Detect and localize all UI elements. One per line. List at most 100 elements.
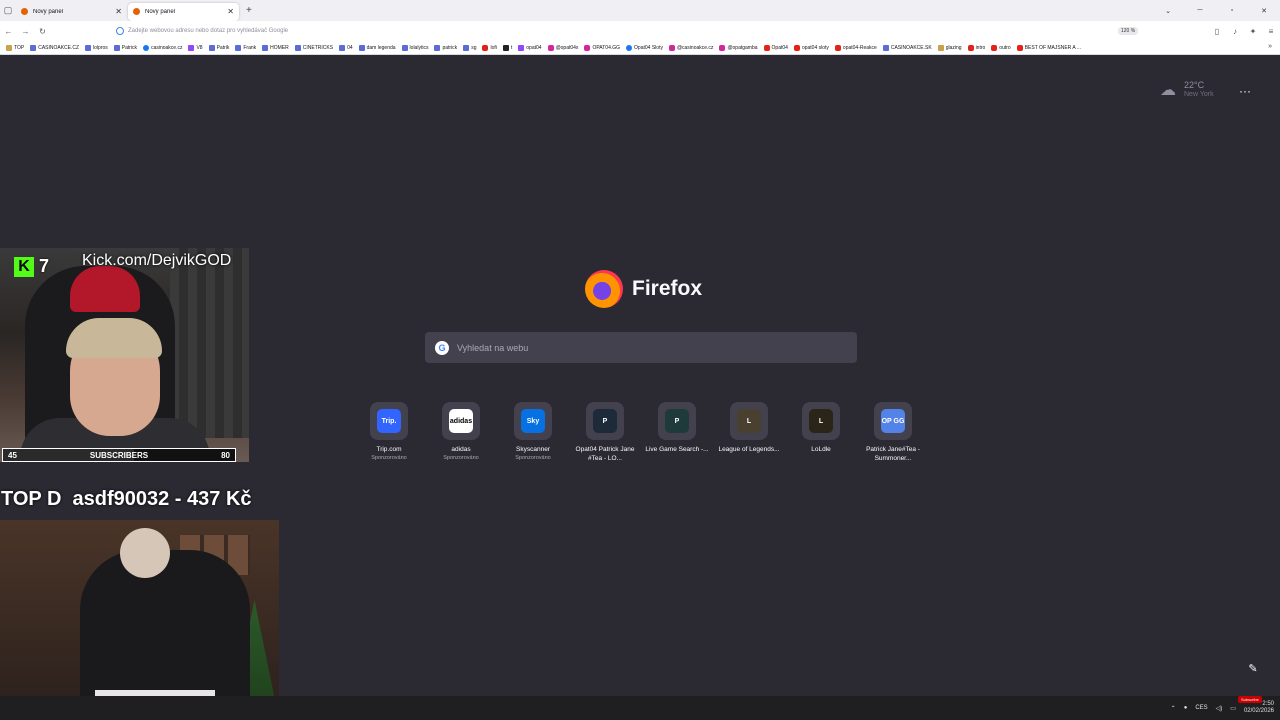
top-site-tile[interactable]: OP GG Patrick Jane#Tea - Summoner... (857, 402, 929, 463)
bookmark-item[interactable]: CINETRICKS (294, 44, 333, 51)
bookmark-item[interactable]: t (502, 44, 512, 51)
top-site-tile[interactable]: Sky Skyscanner Sponzorováno (497, 402, 569, 463)
twitch-icon (518, 44, 525, 51)
bookmark-item[interactable]: Opat04 Sloty (626, 44, 663, 51)
search-input[interactable]: G Vyhledat na webu (425, 332, 857, 363)
bookmark-item[interactable]: opat04 (518, 44, 542, 51)
bookmark-item[interactable]: casinoakce.cz (143, 44, 182, 51)
bookmark-label: opat04-Reakce (842, 44, 877, 51)
reload-icon[interactable]: ↻ (34, 27, 51, 36)
bookmark-item[interactable]: CASINOAKCE.CZ (30, 44, 79, 51)
tab-active[interactable]: Nový panel ✕ (128, 2, 239, 21)
top-site-tile[interactable]: adidas adidas Sponzorováno (425, 402, 497, 463)
site-icon (30, 44, 37, 51)
extension-icon[interactable]: ✦ (1244, 27, 1262, 36)
bookmark-item[interactable]: sg (463, 44, 476, 51)
tab-list-icon[interactable]: ▢ (0, 0, 16, 21)
logo-wordmark: Firefox (632, 277, 703, 300)
bookmark-item[interactable]: opat04-Reakce (834, 44, 877, 51)
tab-title: Nový panel (33, 8, 64, 15)
site-icon (262, 44, 269, 51)
site-icon (339, 44, 346, 51)
clock-date: 02/02/2026 (1243, 708, 1274, 714)
new-tab-button[interactable]: + (246, 5, 252, 16)
bookmark-item[interactable]: BEST OF MAJSNER A ... (1016, 44, 1081, 51)
bookmark-item[interactable]: 04 (339, 44, 353, 51)
bookmark-label: dam legenda (366, 44, 396, 51)
bookmark-item[interactable]: lolalytics (401, 44, 428, 51)
weather-widget[interactable]: ☁ 22°C New York (1160, 80, 1214, 102)
facebook-icon (143, 44, 150, 51)
more-options-icon[interactable]: ··· (1239, 84, 1251, 98)
top-sites: Trip. Trip.com Sponzorováno adidas adidas Spo… (353, 402, 929, 463)
close-icon[interactable]: ✕ (227, 7, 234, 16)
subs-label: SUBSCRIBERS (89, 450, 149, 460)
chevron-up-icon[interactable]: ⌃ (1171, 705, 1176, 712)
kick-logo-icon: K (14, 257, 34, 277)
tab-strip: ▢ Nový panel ✕ Nový panel ✕ + ⌄ ─ ▫ ✕ (0, 0, 1280, 21)
search-placeholder: Vyhledat na webu (457, 342, 529, 353)
top-site-tile[interactable]: P Opat04 Patrick Jane #Tea - LO... (569, 402, 641, 463)
bookmark-item[interactable]: lolpros (85, 44, 108, 51)
monitor-icon[interactable]: ▭ (1230, 705, 1236, 712)
weather-temp: 22°C (1184, 80, 1205, 90)
tile-label: Trip.com (376, 446, 402, 453)
twitch-icon (188, 44, 195, 51)
bookmark-item[interactable]: TOP (6, 44, 24, 51)
tab[interactable]: Nový panel ✕ (16, 3, 127, 21)
close-window-icon[interactable]: ✕ (1248, 7, 1280, 15)
bookmark-item[interactable]: patrick (434, 44, 457, 51)
bookmark-item[interactable]: lofi (482, 44, 497, 51)
clock[interactable]: 2:50 02/02/2026 (1244, 701, 1274, 715)
tab-title: Nový panel (145, 8, 176, 15)
chevron-down-icon[interactable]: ⌄ (1152, 7, 1184, 15)
instagram-icon (584, 44, 591, 51)
bookmark-item[interactable]: opat04 sloty (793, 44, 829, 51)
site-icon: Sky (521, 409, 545, 433)
site-icon (113, 44, 120, 51)
menu-icon[interactable]: ≡ (1262, 27, 1280, 36)
bookmark-item[interactable]: CASINOAKCE.SK (882, 44, 932, 51)
bookmark-item[interactable]: Frank (235, 44, 256, 51)
bookmark-item[interactable]: @casinoakce.cz (668, 44, 713, 51)
pencil-icon[interactable]: ✎ (1242, 657, 1264, 679)
site-icon (463, 44, 470, 51)
url-bar[interactable]: Zadejte webovou adresu nebo dotaz pro vy… (116, 24, 1142, 38)
bookmark-item[interactable]: HOMER (262, 44, 289, 51)
microphone-icon[interactable]: ● (1184, 705, 1188, 711)
bookmark-item[interactable]: Patrik (208, 44, 229, 51)
chevron-right-icon[interactable]: » (1268, 43, 1272, 50)
volume-icon[interactable]: ◁) (1216, 705, 1223, 712)
instagram-icon (719, 44, 726, 51)
bookmark-item[interactable]: Opat04 (763, 44, 788, 51)
pocket-icon[interactable]: ▯ (1208, 27, 1226, 36)
site-icon (294, 44, 301, 51)
speaker-icon[interactable]: ♪ (1226, 27, 1244, 36)
bookmark-item[interactable]: V8 (188, 44, 203, 51)
url-placeholder: Zadejte webovou adresu nebo dotaz pro vy… (128, 28, 289, 34)
bookmark-item[interactable]: Patrick (113, 44, 137, 51)
bookmark-label: intro (975, 44, 986, 51)
bookmark-item[interactable]: @opat04x (547, 44, 578, 51)
site-icon (358, 44, 365, 51)
site-icon (85, 44, 92, 51)
forward-icon[interactable]: → (17, 27, 34, 36)
maximize-icon[interactable]: ▫ (1216, 7, 1248, 14)
language-indicator[interactable]: CES (1195, 705, 1207, 711)
zoom-indicator[interactable]: 120 % (1118, 27, 1139, 35)
minimize-icon[interactable]: ─ (1184, 7, 1216, 14)
tile-label: LoLdle (811, 446, 831, 453)
top-site-tile[interactable]: P Live Game Search -... (641, 402, 713, 463)
bookmark-item[interactable]: @opatgamba (719, 44, 758, 51)
bookmark-item[interactable]: glazing (937, 44, 962, 51)
bookmark-item[interactable]: dam legenda (358, 44, 396, 51)
bookmark-item[interactable]: intro (967, 44, 986, 51)
window-controls: ⌄ ─ ▫ ✕ (1152, 0, 1280, 21)
top-site-tile[interactable]: L League of Legends... (713, 402, 785, 463)
back-icon[interactable]: ← (0, 27, 17, 36)
top-site-tile[interactable]: L LoLdle (785, 402, 857, 463)
bookmark-item[interactable]: outro (991, 44, 1011, 51)
bookmark-item[interactable]: OPAT04.GG (584, 44, 620, 51)
top-site-tile[interactable]: Trip. Trip.com Sponzorováno (353, 402, 425, 463)
close-icon[interactable]: ✕ (115, 7, 122, 16)
